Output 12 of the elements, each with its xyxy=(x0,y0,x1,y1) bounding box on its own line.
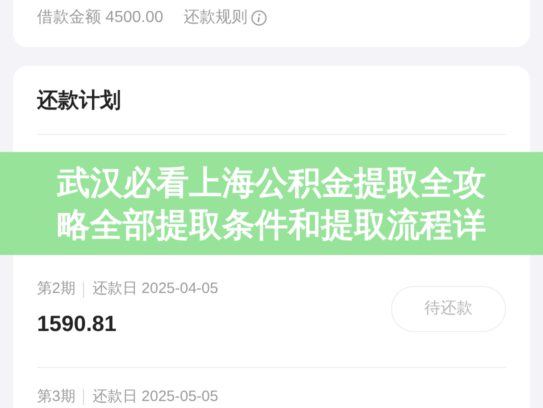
pending-button[interactable]: 待还款 xyxy=(391,286,506,332)
plan-title: 还款计划 xyxy=(37,88,122,114)
rules-link[interactable]: 还款规则 xyxy=(183,6,268,30)
info-icon xyxy=(251,10,268,26)
headline-text: 武汉必看上海公积金提取全攻 xyxy=(57,162,486,202)
due-date: 还款日 2025-05-05 xyxy=(92,387,218,407)
amount: 1590.81 xyxy=(37,310,118,338)
period-label: 第3期 xyxy=(37,387,76,407)
loan-amount: 借款金额 4500.00 xyxy=(37,8,164,28)
due-date: 还款日 2025-04-05 xyxy=(92,279,218,300)
period-label: 第2期 xyxy=(37,279,76,300)
headline-text: 略全部提取条件和提取流程详 xyxy=(57,204,486,244)
